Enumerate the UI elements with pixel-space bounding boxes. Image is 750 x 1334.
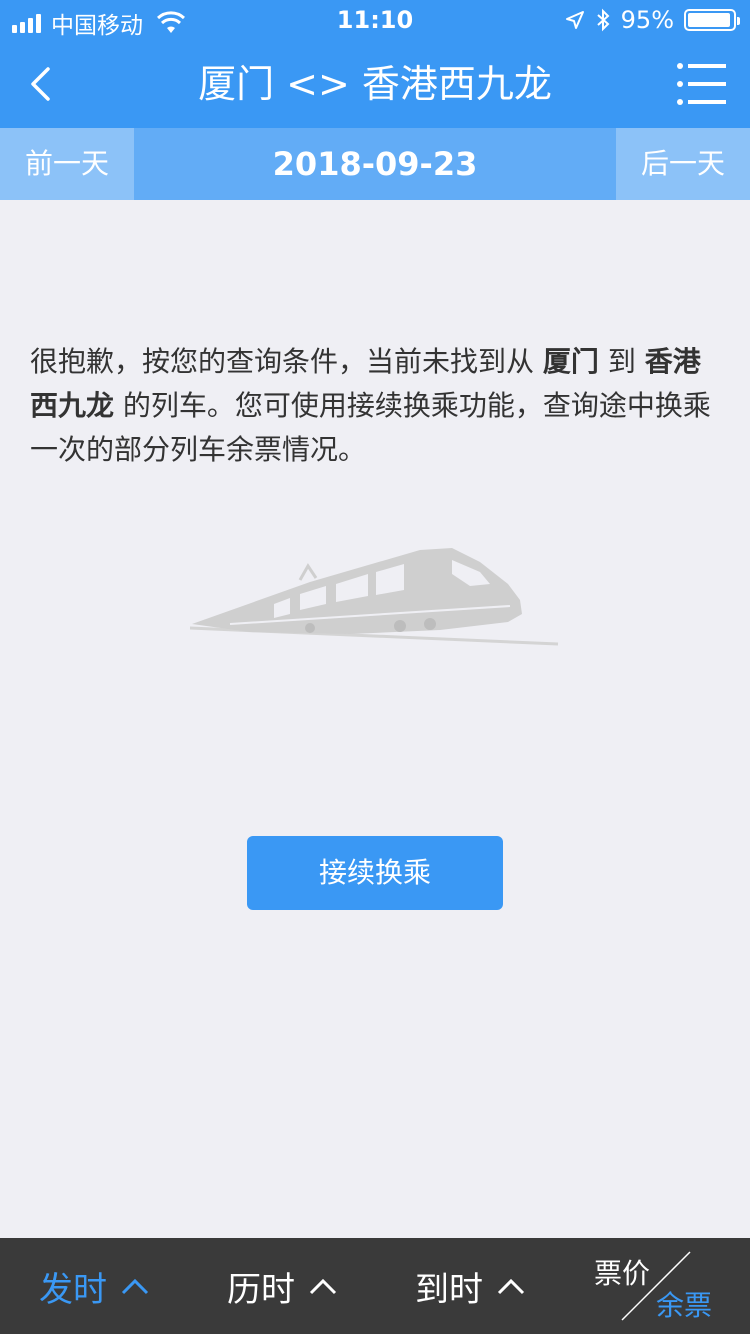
page-title: 厦门 <> 香港西九龙: [198, 62, 552, 106]
battery-percent: 95%: [620, 6, 674, 34]
train-icon: [190, 548, 559, 646]
nav-bar: 厦门 <> 香港西九龙: [0, 40, 750, 128]
message-origin: 厦门: [542, 345, 599, 378]
status-bar: 中国移动 11:10 95%: [0, 0, 750, 40]
sort-bar: 发时 历时 到时 票价 余票: [0, 1238, 750, 1334]
no-trains-message: 很抱歉，按您的查询条件，当前未找到从 厦门 到 香港西九龙 的列车。您可使用接续…: [30, 340, 720, 472]
next-day-button[interactable]: 后一天: [616, 128, 750, 200]
message-text: 很抱歉，按您的查询条件，当前未找到从: [30, 345, 543, 378]
location-icon: [565, 11, 584, 29]
sort-label: 发时: [39, 1269, 107, 1310]
menu-button[interactable]: [674, 58, 730, 110]
sort-label: 到时: [415, 1269, 483, 1310]
message-text: 到: [598, 345, 645, 378]
bluetooth-icon: [596, 8, 610, 32]
sort-by-departure-button[interactable]: 发时: [0, 1238, 188, 1334]
chevron-up-icon: [497, 1278, 525, 1295]
sort-by-arrival-button[interactable]: 到时: [376, 1238, 564, 1334]
tickets-remaining-label: 余票: [656, 1289, 713, 1322]
chevron-up-icon: [121, 1278, 149, 1295]
status-right: 95%: [565, 6, 740, 34]
current-date[interactable]: 2018-09-23: [134, 128, 616, 200]
previous-day-button[interactable]: 前一天: [0, 128, 134, 200]
sort-by-price-button[interactable]: 票价 余票: [580, 1238, 750, 1334]
list-menu-icon: [677, 63, 726, 105]
battery-fill: [688, 13, 730, 27]
date-bar: 前一天 2018-09-23 后一天: [0, 128, 750, 200]
sort-label: 历时: [227, 1269, 295, 1310]
battery-icon: [684, 9, 740, 31]
chevron-left-icon: [31, 67, 50, 101]
sort-by-duration-button[interactable]: 历时: [188, 1238, 376, 1334]
transfer-button[interactable]: 接续换乘: [247, 836, 503, 910]
message-text: 的列车。您可使用接续换乘功能，查询途中换乘一次的部分列车余票情况。: [30, 389, 711, 466]
chevron-up-icon: [309, 1278, 337, 1295]
back-button[interactable]: [14, 58, 66, 110]
